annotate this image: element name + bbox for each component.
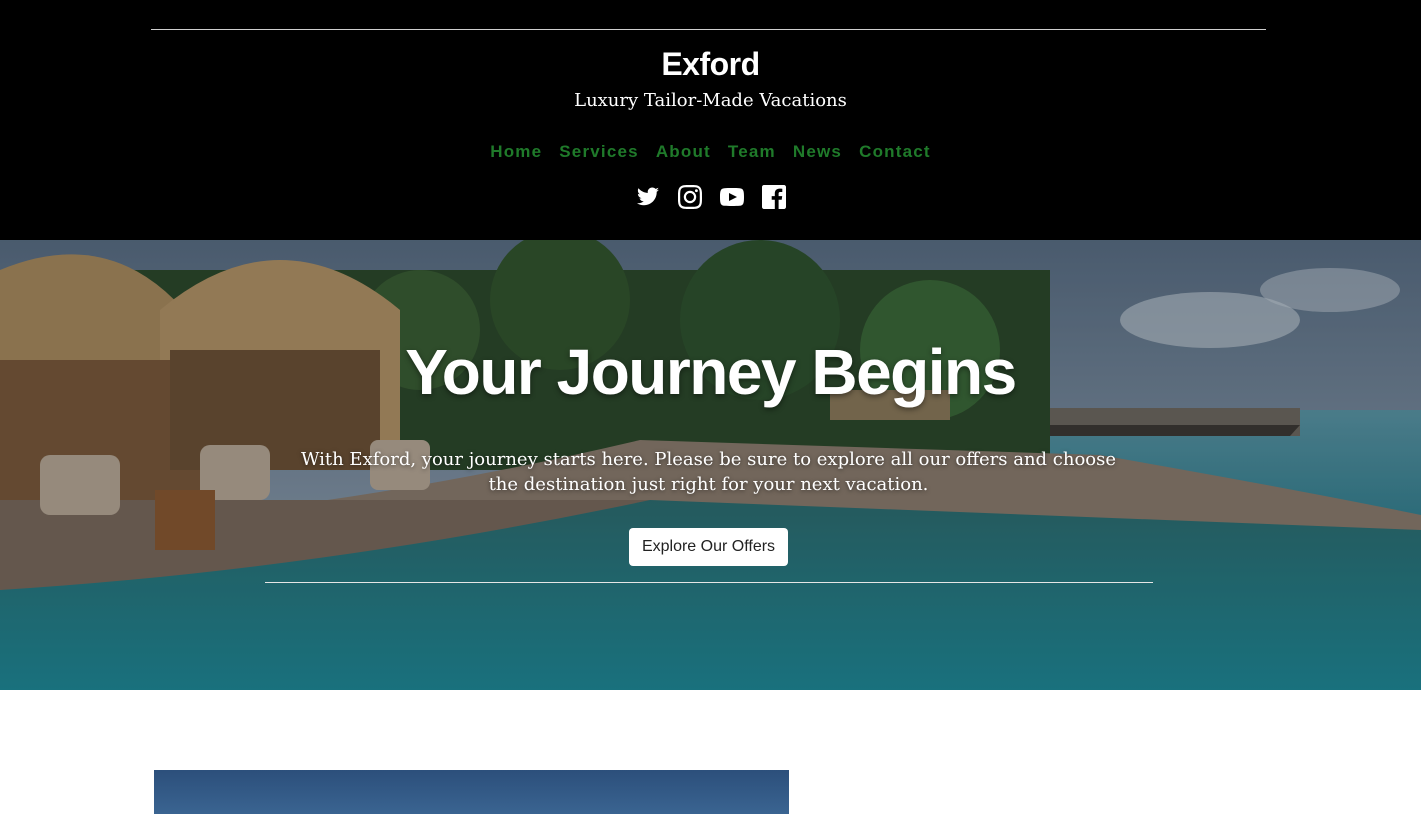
nav-item-services[interactable]: Services: [559, 142, 639, 162]
instagram-icon[interactable]: [677, 185, 702, 211]
nav-item-about[interactable]: About: [656, 142, 711, 162]
brand-logo[interactable]: Exford: [0, 46, 1421, 83]
social-links: [0, 185, 1421, 211]
nav-item-news[interactable]: News: [793, 142, 842, 162]
youtube-icon[interactable]: [719, 185, 744, 211]
featured-image: [154, 770, 789, 814]
explore-offers-button[interactable]: Explore Our Offers: [629, 528, 788, 566]
nav-item-contact[interactable]: Contact: [859, 142, 931, 162]
hero-divider: [265, 582, 1153, 583]
nav-item-team[interactable]: Team: [728, 142, 776, 162]
site-header: Exford Luxury Tailor-Made Vacations Home…: [0, 0, 1421, 240]
nav-item-home[interactable]: Home: [490, 142, 542, 162]
facebook-icon[interactable]: [761, 185, 786, 211]
twitter-icon[interactable]: [636, 185, 660, 211]
hero-description: With Exford, your journey starts here. P…: [300, 449, 1117, 495]
hero-title: Your Journey Begins: [405, 336, 1017, 408]
hero-section: Your Journey Begins With Exford, your jo…: [0, 240, 1421, 690]
tagline: Luxury Tailor-Made Vacations: [574, 90, 847, 111]
main-nav: Home Services About Team News Contact: [0, 142, 1421, 162]
header-divider: [151, 29, 1266, 30]
